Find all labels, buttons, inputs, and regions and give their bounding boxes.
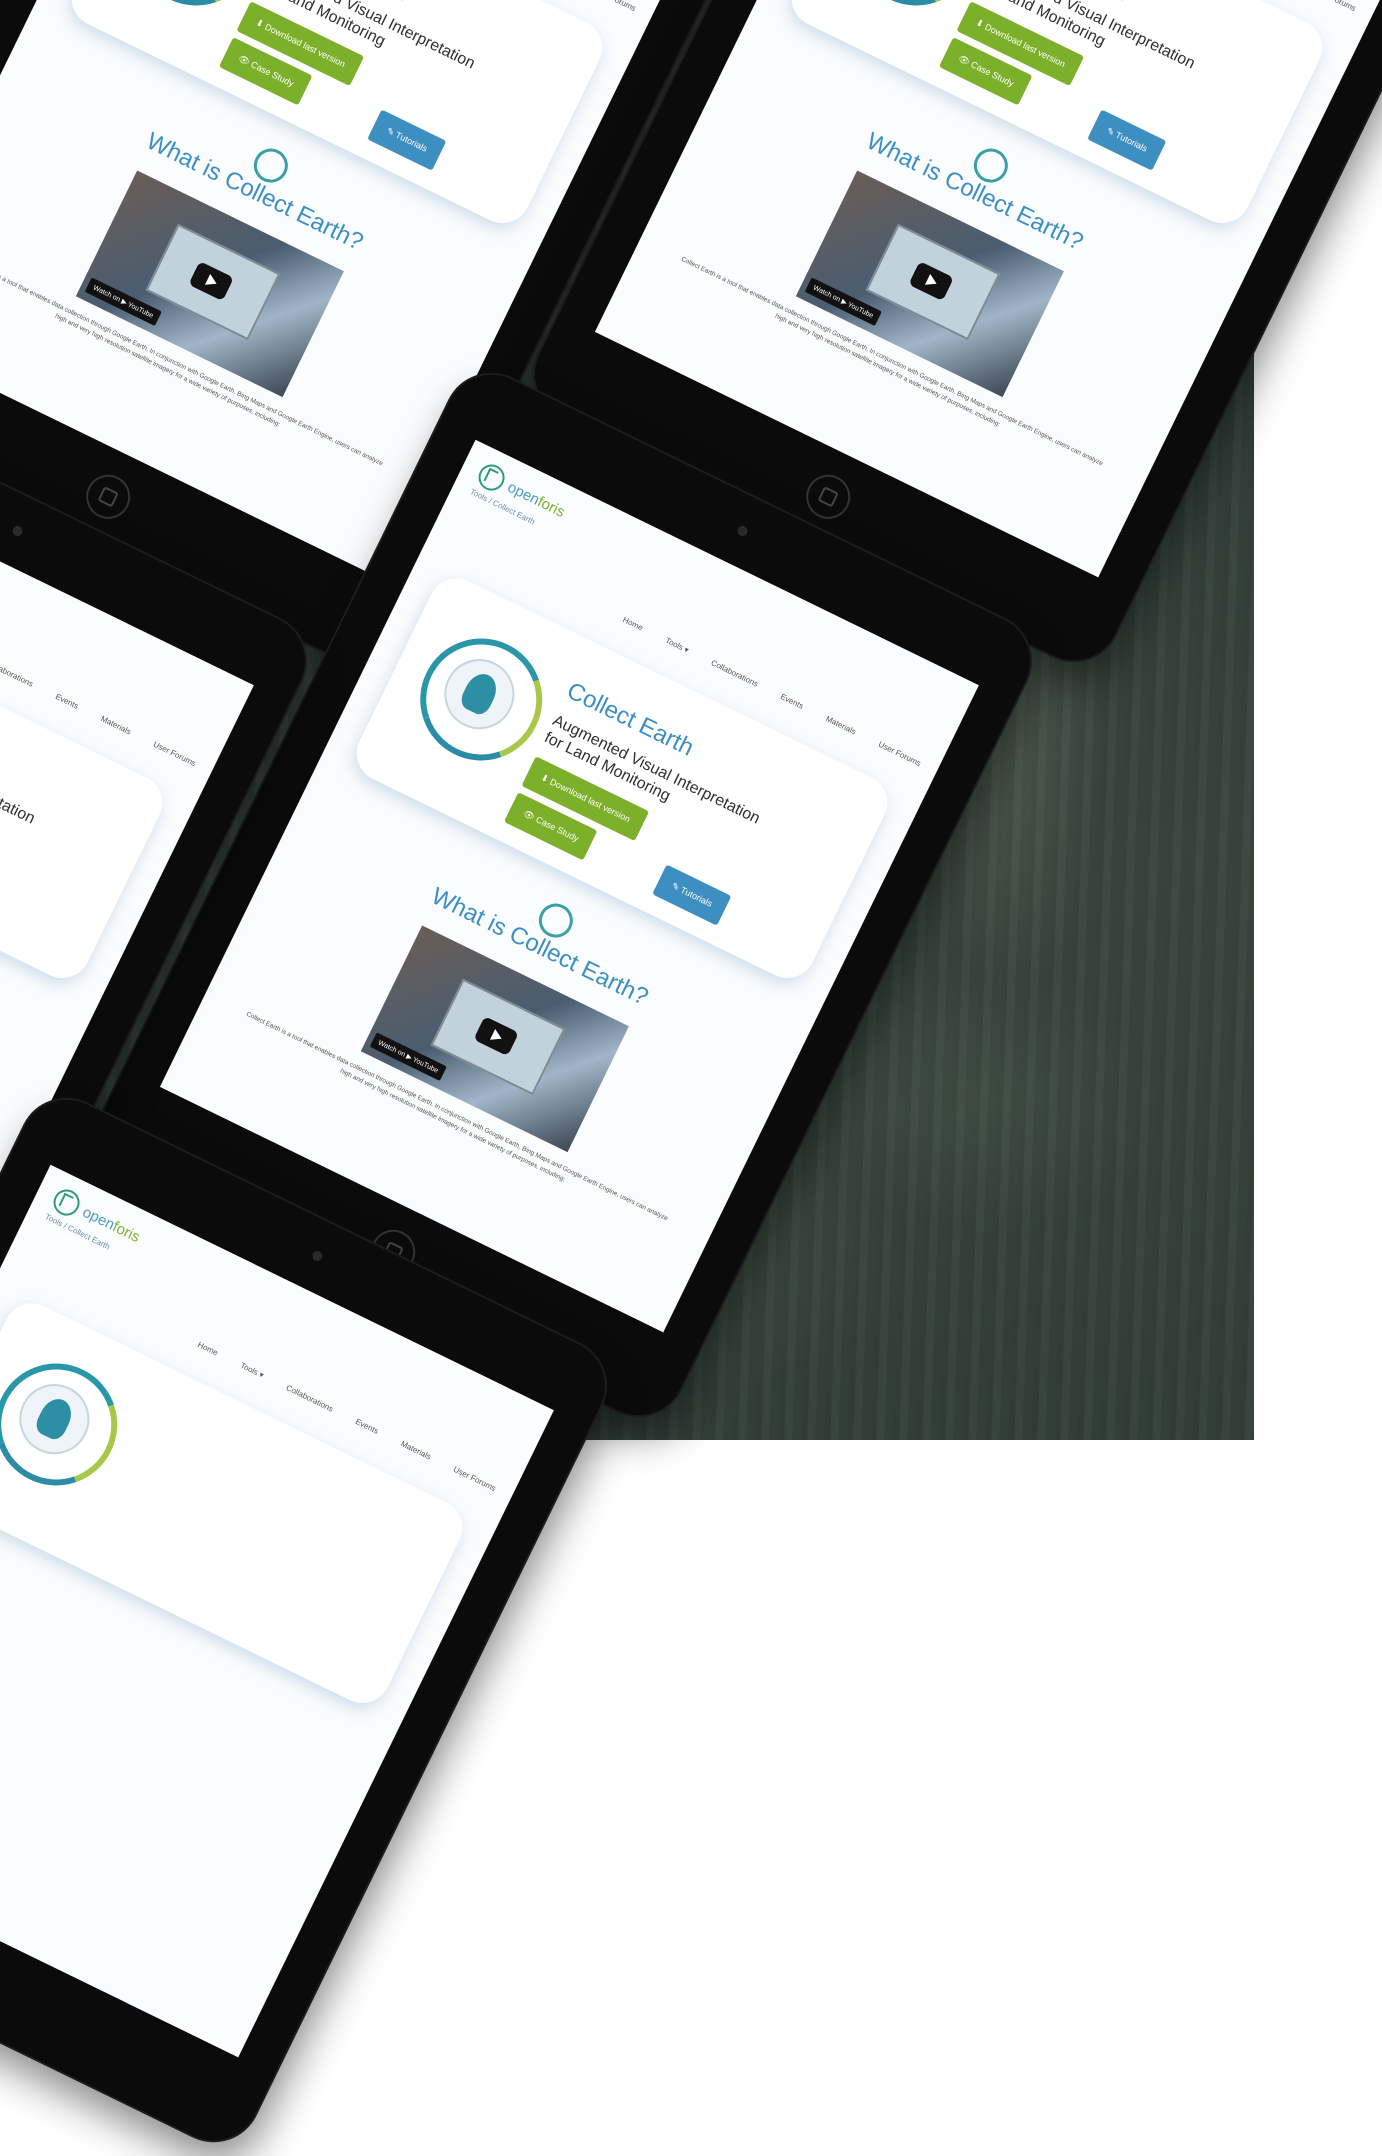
tablet-screen: openforis Tools / Collect Earth Home Too…	[0, 1164, 554, 2058]
nav-materials[interactable]: Materials	[399, 1439, 432, 1461]
play-icon[interactable]	[908, 261, 954, 302]
nav-collaborations[interactable]: Collaborations	[285, 1383, 335, 1414]
play-icon[interactable]	[188, 261, 234, 302]
home-button-icon	[798, 467, 858, 527]
home-button-icon	[78, 467, 138, 527]
nav-user-forums[interactable]: User Forums	[452, 1465, 498, 1493]
tablet-camera	[310, 1249, 325, 1263]
tablet-camera	[10, 524, 25, 538]
nav-home[interactable]: Home	[621, 615, 644, 632]
nav-events[interactable]: Events	[354, 1417, 380, 1436]
nav-collaborations[interactable]: Collaborations	[0, 658, 35, 689]
hero-subtitle: Augmented Visual Interpretation for Land…	[0, 712, 38, 828]
nav-materials[interactable]: Materials	[824, 714, 857, 736]
nav-tools[interactable]: Tools ▾	[239, 1361, 265, 1380]
tutorials-button[interactable]: ✎ Tutorials	[652, 864, 732, 926]
tutorials-button[interactable]: ✎ Tutorials	[367, 109, 447, 171]
nav-events[interactable]: Events	[54, 692, 80, 711]
tutorials-button[interactable]: ✎ Tutorials	[1087, 109, 1167, 171]
nav-user-forums[interactable]: User Forums	[152, 740, 198, 768]
nav-user-forums[interactable]: User Forums	[877, 740, 923, 768]
collect-earth-logo-icon	[0, 1342, 138, 1507]
nav-collaborations[interactable]: Collaborations	[710, 658, 760, 689]
play-icon[interactable]	[473, 1016, 519, 1057]
nav-events[interactable]: Events	[779, 692, 805, 711]
nav-tools[interactable]: Tools ▾	[664, 636, 690, 655]
nav-user-forums[interactable]: User Forums	[592, 0, 638, 13]
tablet-camera	[735, 524, 750, 538]
hero-card: Augmented Visual Interpretation for Land…	[0, 568, 172, 988]
nav-user-forums[interactable]: User Forums	[1312, 0, 1358, 13]
nav-home[interactable]: Home	[196, 1340, 219, 1357]
hero-card: Collect Earth Augmented Visual Interpret…	[347, 568, 897, 988]
nav-materials[interactable]: Materials	[99, 714, 132, 736]
